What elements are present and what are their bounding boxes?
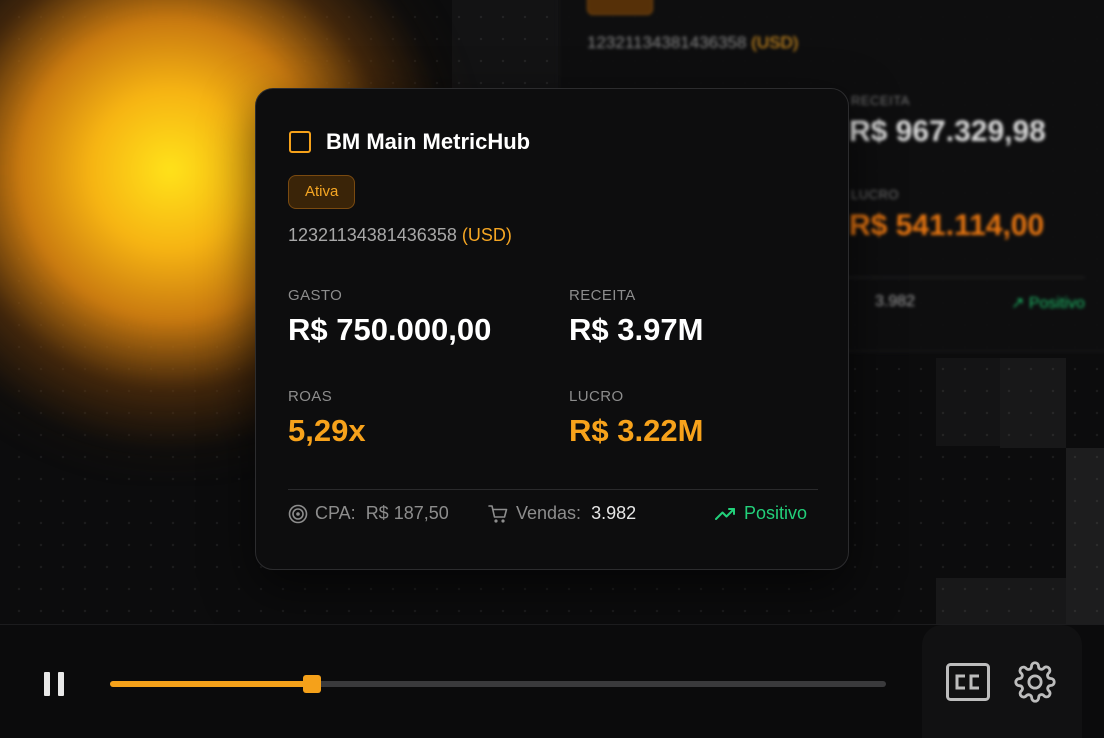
closed-captions-icon[interactable] bbox=[946, 663, 990, 701]
progress-track[interactable] bbox=[110, 675, 886, 693]
cpa-info: CPA: R$ 187,50 bbox=[288, 503, 449, 524]
metric-lucro: LUCRO R$ 3.22M bbox=[569, 388, 703, 449]
metric-value: R$ 750.000,00 bbox=[288, 312, 492, 347]
bg-tile bbox=[1066, 448, 1104, 624]
metric-roas: ROAS 5,29x bbox=[288, 388, 366, 449]
progress-fill bbox=[110, 681, 312, 687]
bg-status-badge bbox=[587, 0, 653, 15]
pause-icon bbox=[44, 672, 50, 696]
metric-value: R$ 3.97M bbox=[569, 312, 704, 347]
card-divider bbox=[288, 489, 818, 490]
bg-tile bbox=[452, 0, 558, 88]
bg-tile bbox=[936, 578, 1066, 624]
bg-lucro-value: R$ 541.114,00 bbox=[849, 209, 1045, 242]
vendas-info: Vendas: 3.982 bbox=[488, 503, 636, 524]
bg-tile bbox=[936, 358, 1000, 446]
card-header: BM Main MetricHub bbox=[289, 129, 530, 155]
cpa-label: CPA: bbox=[315, 503, 356, 523]
metric-value: 5,29x bbox=[288, 413, 366, 448]
bg-receita-label: RECEITA bbox=[851, 93, 910, 108]
settings-gear-icon[interactable] bbox=[1014, 661, 1056, 703]
metric-label: LUCRO bbox=[569, 388, 624, 405]
trend-indicator: Positivo bbox=[715, 503, 807, 524]
bg-trend: ↗ Positivo bbox=[1011, 295, 1085, 312]
bg-receita-value: R$ 967.329,98 bbox=[849, 115, 1046, 148]
select-checkbox[interactable] bbox=[289, 131, 311, 153]
metric-label: ROAS bbox=[288, 388, 333, 405]
metric-gasto: GASTO R$ 750.000,00 bbox=[288, 287, 491, 348]
pause-button[interactable] bbox=[43, 672, 67, 696]
status-badge: Ativa bbox=[288, 175, 356, 209]
metric-receita: RECEITA R$ 3.97M bbox=[569, 287, 703, 348]
bg-account-id: 12321134381436358 (USD) bbox=[587, 33, 799, 52]
metric-label: GASTO bbox=[288, 287, 343, 304]
card-title: BM Main MetricHub bbox=[326, 129, 531, 154]
target-icon bbox=[288, 504, 308, 523]
bg-tile bbox=[1000, 358, 1066, 448]
account-card: BM Main MetricHub Ativa 1232113438143635… bbox=[255, 88, 849, 570]
player-controls bbox=[0, 624, 1104, 738]
trend-label: Positivo bbox=[744, 503, 808, 523]
bg-lucro-label: LUCRO bbox=[851, 187, 900, 202]
cart-icon bbox=[488, 504, 508, 523]
progress-handle[interactable] bbox=[302, 675, 321, 693]
bg-divider bbox=[845, 277, 1085, 278]
vendas-value: 3.982 bbox=[591, 503, 637, 523]
metric-label: RECEITA bbox=[569, 287, 636, 304]
account-currency: (USD) bbox=[461, 225, 512, 245]
pause-icon bbox=[58, 672, 64, 696]
video-stage: 12321134381436358 (USD) RECEITA R$ 967.3… bbox=[0, 0, 1104, 624]
account-id: 12321134381436358 (USD) bbox=[288, 225, 512, 246]
account-number: 12321134381436358 bbox=[288, 225, 457, 245]
trending-up-icon bbox=[715, 507, 735, 520]
metric-value: R$ 3.22M bbox=[569, 413, 704, 448]
cpa-value: R$ 187,50 bbox=[365, 503, 449, 523]
vendas-label: Vendas: bbox=[516, 503, 582, 523]
bg-vendas-value: 3.982 bbox=[875, 293, 916, 310]
